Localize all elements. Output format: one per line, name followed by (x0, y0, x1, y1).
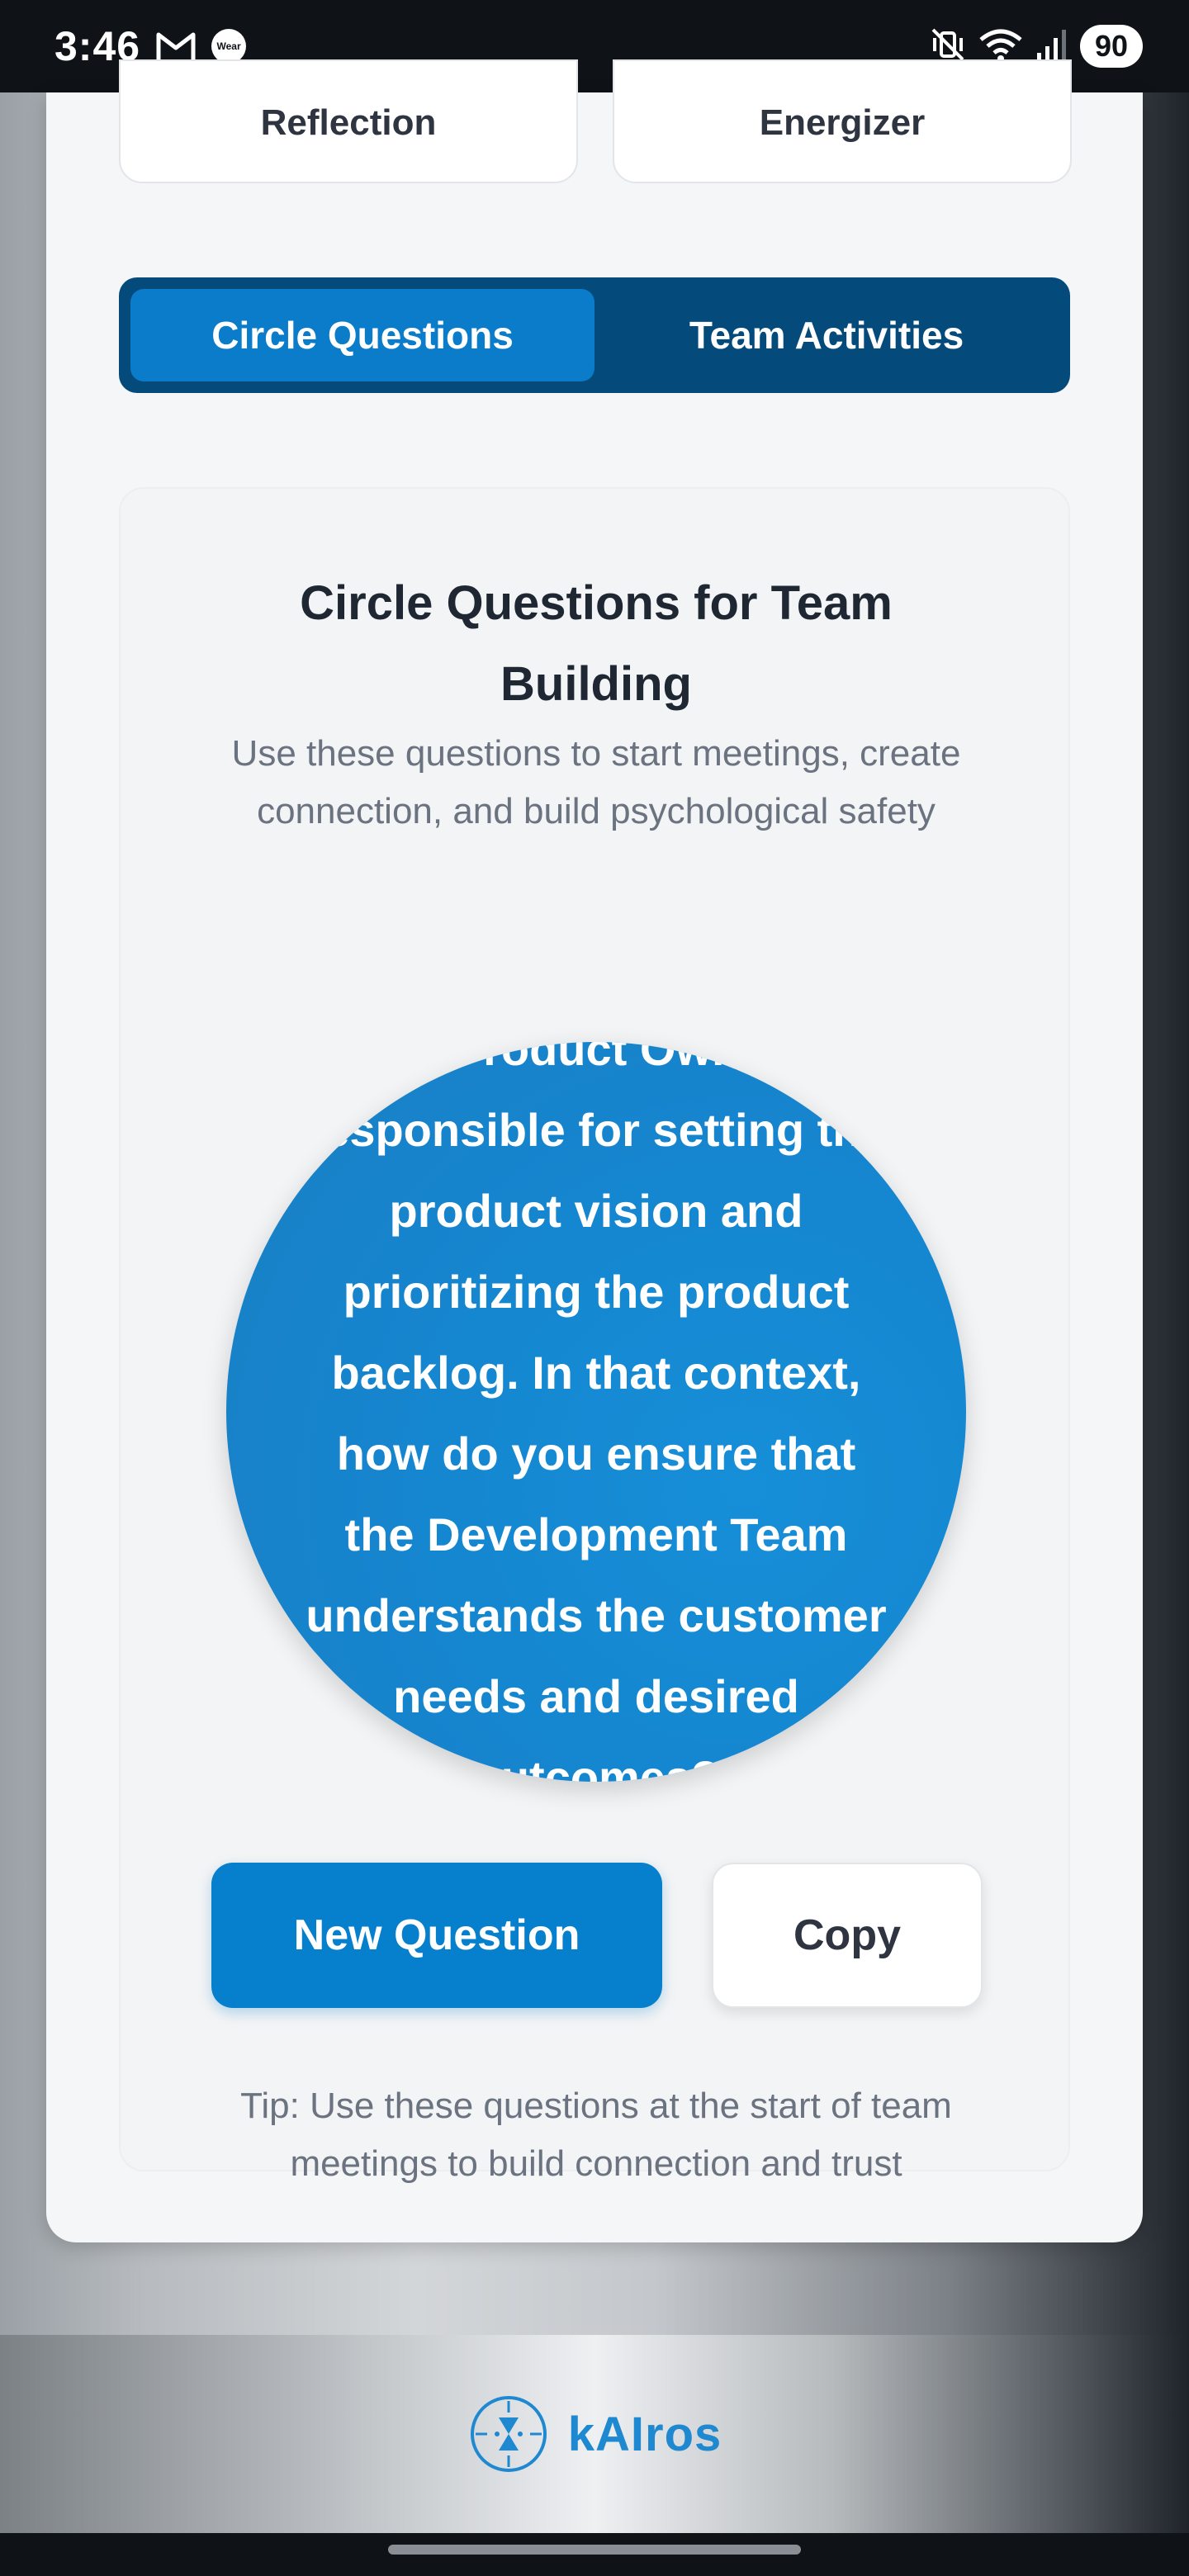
question-circle[interactable]: The Product Owner is responsible for set… (226, 1042, 966, 1782)
tab-circle-questions-label: Circle Questions (211, 314, 514, 357)
section-subtitle: Use these questions to start meetings, c… (231, 733, 961, 831)
tab-switcher: Circle Questions Team Activities (119, 277, 1070, 393)
section-title: Circle Questions for Team Building (300, 576, 893, 711)
circle-questions-card: Circle Questions for Team Building Use t… (119, 487, 1070, 2184)
gesture-nav-area (0, 2533, 1189, 2576)
energizer-tile-label: Energizer (759, 102, 926, 143)
action-buttons: New Question Copy (211, 1863, 983, 2008)
tab-team-activities[interactable]: Team Activities (594, 289, 1059, 381)
home-indicator[interactable] (388, 2545, 801, 2555)
kairos-logo-icon (467, 2393, 550, 2475)
copy-button-label: Copy (793, 1911, 901, 1959)
wear-icon: Wear (211, 29, 247, 64)
reflection-tile[interactable]: Reflection (119, 59, 578, 183)
reflection-tile-label: Reflection (260, 102, 437, 143)
question-text: The Product Owner is responsible for set… (306, 1042, 887, 1782)
tab-team-activities-label: Team Activities (689, 314, 964, 357)
new-question-button[interactable]: New Question (211, 1863, 662, 2008)
brand-bar: kAIros (0, 2335, 1189, 2533)
gmail-icon (155, 30, 197, 63)
tip-text: Tip: Use these questions at the start of… (240, 2086, 952, 2184)
copy-button[interactable]: Copy (712, 1863, 983, 2008)
new-question-button-label: New Question (293, 1911, 580, 1959)
tab-circle-questions[interactable]: Circle Questions (130, 289, 594, 381)
battery-badge: 90 (1079, 25, 1143, 68)
brand-name: kAIros (567, 2407, 722, 2461)
top-tiles: Reflection Energizer (119, 59, 1072, 185)
main-card: Reflection Energizer Circle Questions Te… (46, 59, 1143, 2242)
energizer-tile[interactable]: Energizer (613, 59, 1072, 183)
